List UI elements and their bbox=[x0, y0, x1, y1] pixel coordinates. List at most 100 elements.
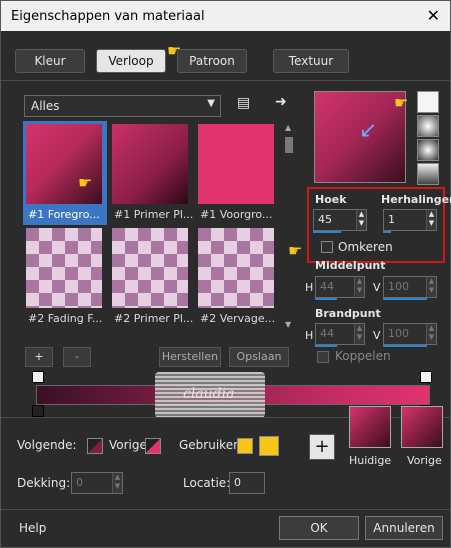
ok-button[interactable]: OK bbox=[279, 516, 359, 540]
previous-material-swatch[interactable] bbox=[401, 406, 443, 448]
list-view-icon[interactable]: ▤ bbox=[237, 95, 250, 111]
add-gradient-button[interactable]: + bbox=[25, 347, 53, 367]
gradient-preview bbox=[26, 124, 102, 204]
opacity-stepper[interactable]: 0 ▲ ▼ bbox=[71, 472, 123, 494]
repeats-slider[interactable] bbox=[383, 231, 391, 233]
spin-arrows-icon[interactable]: ▲ ▼ bbox=[426, 277, 436, 297]
midpoint-h-label: H bbox=[305, 281, 314, 294]
thumbnail-item[interactable]: #2 Vervage... bbox=[195, 225, 279, 329]
focal-h-label: H bbox=[305, 329, 314, 342]
user-swatch-large[interactable] bbox=[259, 436, 279, 456]
angle-arrow-icon[interactable]: ↙ bbox=[359, 118, 377, 143]
spin-arrows-icon[interactable]: ▲ ▼ bbox=[426, 210, 436, 230]
tab-patroon[interactable]: Patroon bbox=[177, 49, 247, 73]
watermark-logo: claudia bbox=[155, 372, 265, 418]
thumbnail-item[interactable]: #1 Voorgro... bbox=[195, 121, 279, 225]
midpoint-h-value: 44 bbox=[320, 280, 334, 293]
next-swatch[interactable] bbox=[87, 438, 103, 454]
window-title: Eigenschappen van materiaal bbox=[11, 9, 205, 24]
previous-label: Vorige bbox=[407, 454, 442, 467]
add-to-swatches-button[interactable]: + bbox=[309, 434, 335, 460]
spin-arrows-icon[interactable]: ▲ ▼ bbox=[354, 324, 364, 344]
focal-v-value: 100 bbox=[388, 327, 409, 340]
gradient-preview bbox=[112, 124, 188, 204]
angle-stepper[interactable]: 45 ▲ ▼ bbox=[313, 209, 367, 231]
midpoint-v-value: 100 bbox=[388, 280, 409, 293]
thumbnail-item[interactable]: #2 Primer Pl... bbox=[109, 225, 193, 329]
gradient-preview bbox=[198, 124, 274, 204]
invert-label: Omkeren bbox=[338, 240, 393, 254]
thumbnail-item[interactable]: #1 Primer Pl... bbox=[109, 121, 193, 225]
gradient-thumbnail-list: #1 Foregro... ☛ #1 Primer Pl... #1 Voorg… bbox=[23, 121, 279, 329]
repeats-value: 1 bbox=[388, 213, 395, 226]
spin-arrows-icon[interactable]: ▲ ▼ bbox=[426, 324, 436, 344]
thumbnail-item[interactable]: #2 Fading F... bbox=[23, 225, 107, 329]
thumbnail-caption: #2 Vervage... bbox=[200, 312, 276, 325]
scroll-down-icon[interactable]: ▼ bbox=[285, 320, 291, 329]
tab-textuur[interactable]: Textuur bbox=[273, 49, 349, 73]
midpoint-v-label: V bbox=[373, 281, 381, 294]
invert-checkbox[interactable] bbox=[321, 241, 333, 253]
thumbnail-item[interactable]: #1 Foregro... ☛ bbox=[23, 121, 107, 225]
radial-style-button[interactable] bbox=[417, 139, 439, 161]
thumbnail-caption: #2 Fading F... bbox=[28, 312, 103, 325]
save-gradient-button[interactable]: Opslaan bbox=[229, 347, 289, 367]
location-field[interactable]: 0 bbox=[229, 472, 265, 494]
sunburst-style-button[interactable] bbox=[417, 163, 439, 185]
arrow-right-icon[interactable]: ➜ bbox=[275, 94, 287, 110]
restore-button[interactable]: Herstellen bbox=[159, 347, 221, 367]
thumbnail-caption: #1 Foregro... bbox=[28, 208, 100, 221]
repeats-label: Herhalingen bbox=[381, 193, 451, 206]
tab-kleur[interactable]: Kleur bbox=[15, 49, 85, 73]
user-label: Gebruiker: bbox=[179, 438, 242, 452]
thumbnail-caption: #1 Primer Pl... bbox=[114, 208, 193, 221]
repeats-stepper[interactable]: 1 ▲ ▼ bbox=[383, 209, 437, 231]
thumbnail-scrollbar[interactable]: ▲ ▼ bbox=[283, 123, 295, 329]
link-label: Koppelen bbox=[335, 349, 391, 363]
category-select[interactable]: Alles ▼ bbox=[24, 95, 221, 117]
watermark-text: claudia bbox=[183, 386, 235, 402]
focal-v-stepper[interactable]: 100 ▲ ▼ bbox=[383, 323, 437, 345]
scrollbar-thumb[interactable] bbox=[285, 137, 293, 153]
footer-divider bbox=[1, 509, 450, 510]
help-link[interactable]: Help bbox=[19, 521, 46, 535]
focal-h-stepper[interactable]: 44 ▲ ▼ bbox=[315, 323, 365, 345]
title-bar: Eigenschappen van materiaal ✕ bbox=[1, 1, 450, 31]
opacity-label: Dekking: bbox=[17, 476, 71, 490]
spin-arrows-icon[interactable]: ▲ ▼ bbox=[356, 210, 366, 230]
gradient-preview-large[interactable]: ↙ bbox=[314, 91, 406, 183]
cancel-button[interactable]: Annuleren bbox=[365, 516, 443, 540]
prev-swatch[interactable] bbox=[145, 438, 161, 454]
tab-bar: Kleur Verloop Patroon Textuur bbox=[1, 45, 450, 81]
gradient-preview bbox=[112, 228, 188, 308]
category-value: Alles bbox=[31, 99, 60, 113]
material-properties-dialog: Eigenschappen van materiaal ✕ Kleur Verl… bbox=[0, 0, 451, 548]
gradient-preview bbox=[26, 228, 102, 308]
gradient-stop-marker[interactable] bbox=[420, 371, 432, 383]
angle-slider[interactable] bbox=[313, 231, 341, 233]
gradient-stop-marker[interactable] bbox=[32, 371, 44, 383]
location-label: Locatie: bbox=[183, 476, 231, 490]
rectangular-style-button[interactable] bbox=[417, 115, 439, 137]
spin-arrows-icon[interactable]: ▲ ▼ bbox=[354, 277, 364, 297]
gradient-stop-marker[interactable] bbox=[32, 405, 44, 417]
linear-style-button[interactable] bbox=[417, 91, 439, 113]
tab-verloop[interactable]: Verloop bbox=[96, 49, 166, 73]
focal-h-slider[interactable] bbox=[315, 345, 337, 347]
scroll-up-icon[interactable]: ▲ bbox=[285, 123, 291, 132]
pointing-hand-icon: ☛ bbox=[78, 173, 93, 192]
spin-arrows-icon[interactable]: ▲ ▼ bbox=[112, 473, 122, 493]
midpoint-v-stepper[interactable]: 100 ▲ ▼ bbox=[383, 276, 437, 298]
angle-value: 45 bbox=[318, 213, 332, 226]
close-icon[interactable]: ✕ bbox=[427, 6, 440, 25]
midpoint-h-stepper[interactable]: 44 ▲ ▼ bbox=[315, 276, 365, 298]
remove-gradient-button[interactable]: - bbox=[63, 347, 91, 367]
user-swatch[interactable] bbox=[237, 438, 253, 454]
opacity-value: 0 bbox=[76, 476, 83, 489]
midpoint-v-slider[interactable] bbox=[383, 298, 427, 300]
focal-h-value: 44 bbox=[320, 327, 334, 340]
bottom-panel: Volgende: Vorige: Gebruiker: Dekking: 0 … bbox=[1, 406, 450, 517]
link-checkbox[interactable] bbox=[317, 351, 329, 363]
midpoint-h-slider[interactable] bbox=[315, 298, 337, 300]
focal-v-slider[interactable] bbox=[383, 345, 427, 347]
